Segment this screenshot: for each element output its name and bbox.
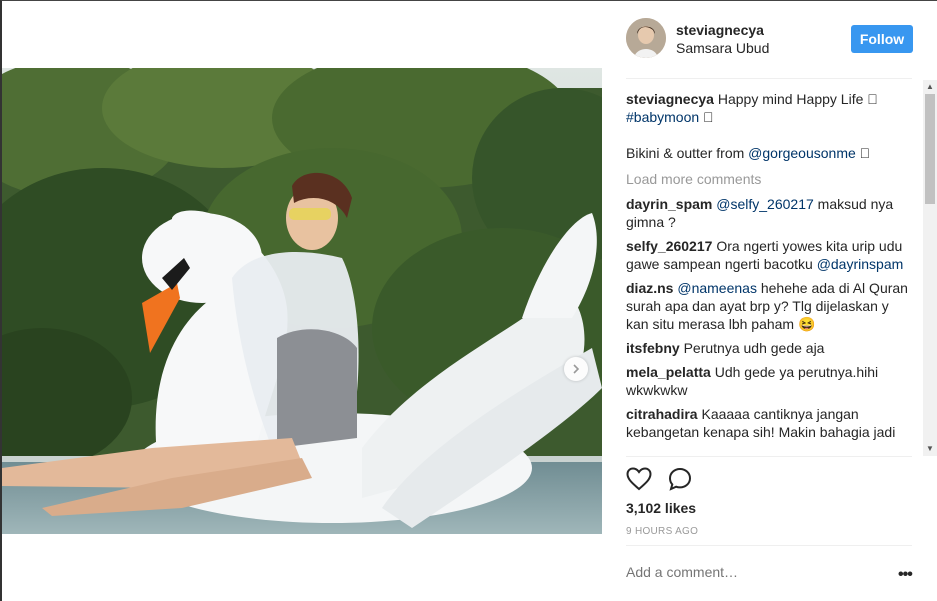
- divider: [626, 78, 912, 79]
- comment-item: selfy_260217 Ora ngerti yowes kita urip …: [626, 237, 910, 273]
- divider: [626, 545, 912, 546]
- comment-mention[interactable]: @dayrinspam: [817, 256, 904, 272]
- scrollbar-thumb[interactable]: [925, 94, 935, 204]
- post-photo[interactable]: [2, 68, 602, 534]
- photo-illustration: [2, 68, 602, 534]
- scroll-down-arrow[interactable]: ▼: [925, 444, 935, 454]
- caption-mention-tail: 🏻: [855, 145, 871, 161]
- comments-list[interactable]: steviagnecya Happy mind Happy Life 🏻 #ba…: [626, 90, 922, 456]
- caption-username[interactable]: steviagnecya: [626, 91, 714, 107]
- comment-username[interactable]: diaz.ns: [626, 280, 673, 296]
- next-photo-button[interactable]: [564, 357, 588, 381]
- comment-item: dayrin_spam @selfy_260217 maksud nya gim…: [626, 195, 910, 231]
- comment-username[interactable]: mela_pelatta: [626, 364, 711, 380]
- comment-username[interactable]: citrahadira: [626, 406, 698, 422]
- comment-item: citrahadira Kaaaaa cantiknya jangan keba…: [626, 405, 910, 441]
- comment-username[interactable]: itsfebny: [626, 340, 680, 356]
- add-comment-input[interactable]: [626, 564, 876, 580]
- more-options-button[interactable]: •••: [898, 566, 913, 584]
- post-actions: [626, 467, 704, 493]
- load-more-comments[interactable]: Load more comments: [626, 170, 910, 188]
- post-header: steviagnecya Samsara Ubud Follow: [626, 17, 913, 61]
- avatar[interactable]: [626, 18, 666, 58]
- divider: [626, 456, 912, 457]
- comment-item: itsfebny Perutnya udh gede aja: [626, 339, 910, 357]
- avatar-image: [626, 18, 666, 58]
- username-link[interactable]: steviagnecya: [676, 22, 764, 38]
- likes-count[interactable]: 3,102 likes: [626, 500, 696, 516]
- comment-username[interactable]: selfy_260217: [626, 238, 712, 254]
- comment-icon: [669, 467, 692, 491]
- caption-tag-tail: 🏻: [699, 109, 714, 125]
- caption: steviagnecya Happy mind Happy Life 🏻 #ba…: [626, 90, 910, 162]
- post-side-panel: steviagnecya Samsara Ubud Follow steviag…: [626, 0, 913, 601]
- location-link[interactable]: Samsara Ubud: [676, 40, 769, 56]
- post-timestamp: 9 HOURS AGO: [626, 526, 699, 537]
- like-button[interactable]: [626, 467, 652, 496]
- heart-icon: [626, 467, 652, 491]
- chevron-right-icon: [573, 364, 580, 374]
- caption-line2: Bikini & outter from: [626, 145, 749, 161]
- comment-mention[interactable]: @nameenas: [677, 280, 757, 296]
- comment-item: diaz.ns @nameenas hehehe ada di Al Quran…: [626, 279, 910, 333]
- comment-button[interactable]: [668, 467, 692, 496]
- comment-text: Perutnya udh gede aja: [683, 340, 825, 356]
- scroll-up-arrow[interactable]: ▲: [925, 82, 935, 92]
- comment-username[interactable]: dayrin_spam: [626, 196, 712, 212]
- follow-button[interactable]: Follow: [851, 25, 913, 53]
- comment-item: mela_pelatta Udh gede ya perutnya.hihi w…: [626, 363, 910, 399]
- caption-mention[interactable]: @gorgeousonme: [748, 145, 856, 161]
- caption-hashtag[interactable]: #babymoon: [626, 109, 699, 125]
- caption-text: Happy mind Happy Life 🏻: [717, 91, 878, 107]
- comment-mention[interactable]: @selfy_260217: [716, 196, 814, 212]
